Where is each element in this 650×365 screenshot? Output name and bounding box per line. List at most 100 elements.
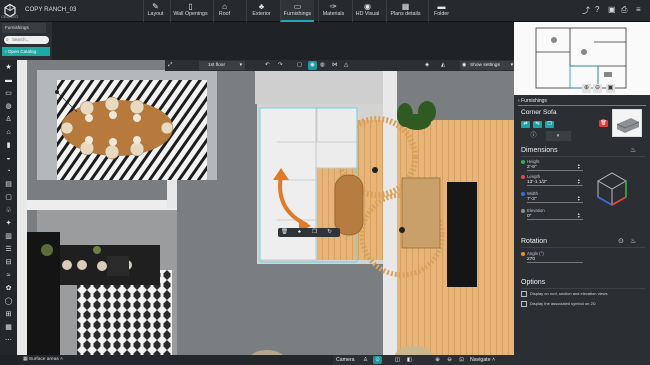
chair-icon[interactable]: ♙ [3, 114, 14, 125]
options-heading: Options [521, 279, 546, 286]
elevation-icon[interactable]: ♠ [294, 228, 305, 237]
roof-icon: ⌂ [222, 2, 227, 11]
catalog-search-input[interactable] [4, 36, 49, 44]
width-color-dot [521, 192, 525, 196]
menu-icon[interactable]: ≡ [636, 5, 641, 14]
misc-icon[interactable]: ⋯ [3, 335, 14, 346]
open-catalog-button[interactable]: › Open Catalog [2, 47, 50, 56]
fit-view-icon[interactable]: ⤢ [168, 61, 172, 70]
bed-icon[interactable]: ▭ [3, 88, 14, 99]
redo-icon[interactable]: ↷ [278, 61, 283, 70]
cabinet-icon[interactable]: ▤ [3, 179, 14, 190]
measure-icon[interactable]: ◭ [441, 61, 445, 70]
brush-icon: ✑ [330, 2, 337, 11]
length-stepper-icon[interactable]: ▲ ▼ [577, 178, 581, 185]
table-icon[interactable]: ◍ [3, 101, 14, 112]
sofa-icon[interactable]: ▬ [3, 75, 14, 86]
angle-input[interactable]: 270 [527, 256, 583, 263]
duplicate-icon[interactable]: ❐ [309, 228, 320, 237]
tab-materials[interactable]: ✑ Materials [318, 0, 348, 22]
chevron-down-icon: ▾ [510, 63, 513, 68]
option-checkbox-symbol[interactable] [521, 301, 527, 307]
tab-wall-openings[interactable]: ▯ Wall Openings [170, 0, 210, 22]
print-icon[interactable]: ⎙ [621, 5, 627, 15]
rug-icon[interactable]: ▥ [3, 231, 14, 242]
plant-icon[interactable]: ♧ [3, 205, 14, 216]
select-mode-icon[interactable]: ◉ [308, 61, 317, 70]
video-icon[interactable]: ◧ [405, 356, 414, 364]
reset-dimensions-icon[interactable]: ♨ [630, 146, 636, 154]
surface-areas-button[interactable]: ▦ Surface areas ˄ [23, 356, 63, 364]
floor-plan-canvas[interactable] [17, 60, 514, 365]
share-icon[interactable]: ⤴ [582, 5, 590, 16]
zoom-in-icon[interactable]: ⊕ [582, 84, 591, 93]
rotate-reset-icon[interactable]: ⊙ [618, 237, 624, 245]
floor-selector[interactable]: 1st floor ▾ [199, 61, 245, 70]
window-icon[interactable]: ⊞ [3, 309, 14, 320]
tab-roof[interactable]: ⌂ Roof [213, 0, 235, 22]
bathtub-icon[interactable]: ◒ [3, 153, 14, 164]
light-icon[interactable]: ✦ [3, 218, 14, 229]
option-checkbox-roof[interactable] [521, 291, 527, 297]
zoom-fit-icon[interactable]: ⊡ [457, 356, 466, 364]
delete-icon[interactable]: 🗑 [279, 228, 290, 237]
layers-icon[interactable]: ◈ [425, 61, 429, 70]
star-icon[interactable]: ★ [3, 62, 14, 73]
flip-icon[interactable]: ⇋ [533, 121, 542, 128]
undo-icon[interactable]: ↶ [265, 61, 270, 70]
decor-icon[interactable]: ✿ [3, 283, 14, 294]
elevation-input[interactable]: 0" [527, 213, 583, 220]
lock-icon[interactable]: ▣ [606, 84, 615, 93]
zoom-out-icon[interactable]: ⊖ [593, 84, 602, 93]
tab-furnishings[interactable]: ▭ Furnishings [280, 0, 314, 22]
zoom-in-icon[interactable]: ⊕ [433, 356, 442, 364]
tab-plans-details[interactable]: ▦ Plans details [386, 0, 424, 22]
person-icon[interactable]: ♙ [361, 356, 370, 364]
copy-icon[interactable]: ❐ [545, 121, 554, 128]
show-settings-button[interactable]: ◉ Show settings ▾ [460, 61, 515, 70]
tab-folder[interactable]: ▬ Folder [428, 0, 454, 22]
logo-text: CEDREO [1, 14, 19, 19]
toilet-icon[interactable]: ◔ [3, 166, 14, 177]
info-tab[interactable]: ⓘ [521, 131, 546, 141]
save-icon[interactable]: ▣ [608, 5, 616, 14]
tab-exterior[interactable]: ♣ Exterior [246, 0, 276, 22]
stairs-icon[interactable]: ⊟ [3, 257, 14, 268]
snap-icon[interactable]: ⋈ [332, 61, 338, 70]
panel-header: ‹ Furnishings [518, 96, 646, 106]
pool-icon[interactable]: ≈ [3, 270, 14, 281]
mirror-icon[interactable]: ◯ [3, 296, 14, 307]
fridge-icon[interactable]: ▮ [3, 140, 14, 151]
perspective-icon[interactable]: △ [344, 61, 348, 70]
help-icon[interactable]: ? [595, 5, 599, 14]
materials-tab[interactable]: ◐ [546, 131, 571, 141]
delete-item-button[interactable]: 🗑 [599, 120, 608, 127]
minimap[interactable]: ⊕ ⊖ ▣ [514, 22, 650, 95]
door-icon: ▯ [188, 2, 193, 11]
2d-view-icon[interactable]: ▢ [297, 61, 302, 70]
replace-icon[interactable]: ⇄ [521, 121, 530, 128]
zoom-out-icon[interactable]: ⊖ [445, 356, 454, 364]
tree-icon: ♣ [258, 2, 265, 11]
eye-icon: ◉ [462, 63, 467, 68]
target-icon[interactable]: ⊙ [373, 356, 382, 364]
width-stepper-icon[interactable]: ▲ ▼ [577, 195, 581, 202]
shelf-icon[interactable]: ☰ [3, 244, 14, 255]
height-stepper-icon[interactable]: ▲ ▼ [577, 163, 581, 170]
photo-icon[interactable]: ◫ [393, 356, 402, 364]
sofa-icon: ▭ [293, 2, 302, 11]
3d-view-icon[interactable]: ◍ [320, 61, 325, 70]
kitchen-icon[interactable]: ▦ [3, 322, 14, 333]
elevation-stepper-icon[interactable]: ▲ ▼ [577, 212, 581, 219]
subtab-furnishings[interactable]: Furnishings [2, 23, 46, 33]
rotation-snap-icon[interactable]: ♨ [630, 237, 636, 245]
width-input[interactable]: 7'-3" [527, 196, 583, 203]
tab-hd-visual[interactable]: ◉ HD Visual [352, 0, 382, 22]
height-input[interactable]: 2'-9" [527, 164, 583, 171]
tv-icon[interactable]: ▢ [3, 192, 14, 203]
length-input[interactable]: 13'-1 1/2" [527, 179, 583, 186]
rotate-icon[interactable]: ↻ [324, 228, 335, 237]
lamp-icon[interactable]: ⌂ [3, 127, 14, 138]
tab-layout[interactable]: ✎ Layout [143, 0, 167, 22]
navigate-button[interactable]: Navigate ˄ [466, 355, 514, 365]
